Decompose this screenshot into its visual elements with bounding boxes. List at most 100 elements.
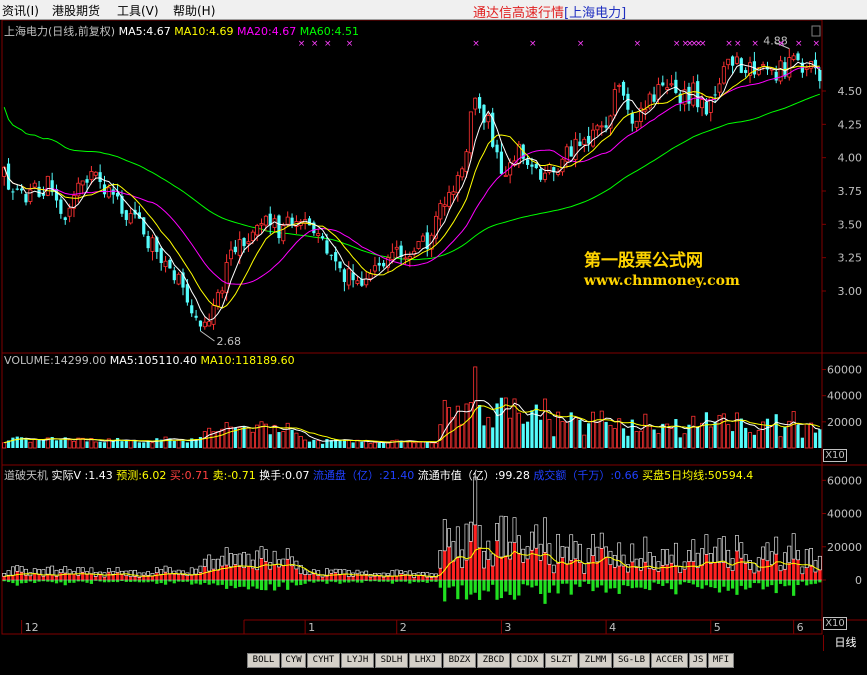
actual-volume-outline xyxy=(346,570,351,577)
buy-bar xyxy=(534,548,538,580)
indicator-tab-mfi[interactable]: MFI xyxy=(708,653,734,668)
sell-bar xyxy=(360,580,364,583)
indicator-tab-js[interactable]: JS xyxy=(689,653,707,668)
sell-bar xyxy=(717,580,722,593)
candle xyxy=(98,164,102,189)
candle-body xyxy=(394,246,399,250)
candle-body xyxy=(155,237,159,252)
volume-header-item: MA5:105110.40 xyxy=(106,354,197,367)
buy-bar xyxy=(94,576,98,580)
sell-bar xyxy=(198,580,203,585)
menu-info[interactable]: 资讯(I) xyxy=(2,2,39,19)
buy-bar xyxy=(604,557,608,580)
actual-volume-outline xyxy=(495,523,499,542)
actual-volume-outline xyxy=(765,542,770,562)
candle-body xyxy=(325,240,329,254)
volume-bar xyxy=(272,424,277,449)
actual-volume-outline xyxy=(359,571,364,576)
indicator-tab-zbcd[interactable]: ZBCD xyxy=(477,653,510,668)
candle-body xyxy=(20,188,24,191)
indicator-tab-cyht[interactable]: CYHT xyxy=(307,653,340,668)
volume-axis-label: 60000 xyxy=(827,364,862,377)
indicator-tab-cjdx[interactable]: CJDX xyxy=(511,653,544,668)
buy-bar xyxy=(469,541,473,580)
actual-volume-outline xyxy=(687,550,691,562)
indicator-tab-slzt[interactable]: SLZT xyxy=(545,653,578,668)
sell-bar xyxy=(482,580,486,591)
sell-bar xyxy=(504,580,508,592)
sell-bar xyxy=(277,580,281,587)
volume-bar xyxy=(277,432,281,448)
sell-bar xyxy=(89,580,94,584)
period-button[interactable]: 日线 xyxy=(823,635,867,651)
buy-bar xyxy=(517,553,521,580)
indicator-tab-sg-lb[interactable]: SG-LB xyxy=(613,653,650,668)
menu-hk-futures[interactable]: 港股期货 xyxy=(52,2,100,19)
stock-chart[interactable]: 2.684.88 × × × × × × × × × ××××× × × × × × × 4.504.254.… xyxy=(0,20,867,675)
candle-body xyxy=(578,141,582,147)
sell-bar xyxy=(342,580,346,583)
buy-bar xyxy=(225,565,229,580)
volume-bar xyxy=(543,398,548,449)
actual-volume-outline xyxy=(595,546,600,563)
sell-bar xyxy=(792,580,796,596)
volume-bar xyxy=(752,434,756,448)
actual-volume-outline xyxy=(582,563,587,574)
volume-bar xyxy=(796,424,800,448)
candle xyxy=(377,257,381,272)
actual-volume-outline xyxy=(11,566,15,576)
stock-name-title: [上海电力] xyxy=(564,6,627,21)
actual-volume-outline xyxy=(499,515,504,558)
indicator-tab-sdlh[interactable]: SDLH xyxy=(375,653,408,668)
indicator-tab-lyjh[interactable]: LYJH xyxy=(341,653,374,668)
candle-body xyxy=(447,192,452,207)
buy-bar xyxy=(565,563,569,580)
indicator-tab-accer[interactable]: ACCER xyxy=(651,653,688,668)
candle xyxy=(687,82,691,111)
buy-bar xyxy=(464,560,469,580)
indicator-tab-lhxj[interactable]: LHXJ xyxy=(409,653,442,668)
volume-bar xyxy=(285,422,290,449)
volume-bar xyxy=(403,441,408,449)
candle-body xyxy=(569,146,573,157)
sell-bar xyxy=(486,580,490,592)
candle xyxy=(734,52,739,65)
month-label: 6 xyxy=(797,621,804,634)
sell-bar xyxy=(787,580,791,586)
candle xyxy=(669,74,674,88)
buy-bar xyxy=(277,566,281,580)
indicator-tab-boll[interactable]: BOLL xyxy=(247,653,280,668)
candle-body xyxy=(146,235,150,249)
indicator-tab-bdzx[interactable]: BDZX xyxy=(443,653,476,668)
sell-bar xyxy=(608,580,613,589)
buy-bar xyxy=(547,564,551,580)
indicator-tab-zlmm[interactable]: ZLMM xyxy=(579,653,612,668)
indicator-tab-cyw[interactable]: CYW xyxy=(281,653,306,668)
sell-bar xyxy=(338,580,342,584)
actual-volume-outline xyxy=(237,553,242,567)
candle-body xyxy=(190,305,194,314)
sell-bar xyxy=(142,580,146,583)
candle xyxy=(120,190,124,218)
actual-volume-outline xyxy=(756,557,761,572)
candle xyxy=(277,214,281,244)
buy-bar xyxy=(294,568,299,580)
candle xyxy=(281,222,286,245)
buy-bar xyxy=(543,552,547,580)
actual-volume-outline xyxy=(386,573,390,576)
buy-bar xyxy=(107,572,111,580)
volume-bar xyxy=(486,416,491,449)
volume-bar xyxy=(638,430,643,449)
menu-tools[interactable]: 工具(V) xyxy=(117,2,159,19)
sell-bar xyxy=(72,580,76,583)
candle-body xyxy=(224,262,229,293)
buy-bar xyxy=(251,568,255,580)
buy-bar xyxy=(495,540,499,580)
candle-body xyxy=(334,252,338,262)
buy-bar xyxy=(133,576,137,580)
candle-body xyxy=(329,254,333,256)
candle-body xyxy=(32,182,37,188)
indicator-header-item: 换手:0.07 xyxy=(256,468,310,482)
volume-bar xyxy=(259,421,264,449)
menu-help[interactable]: 帮助(H) xyxy=(173,2,215,19)
